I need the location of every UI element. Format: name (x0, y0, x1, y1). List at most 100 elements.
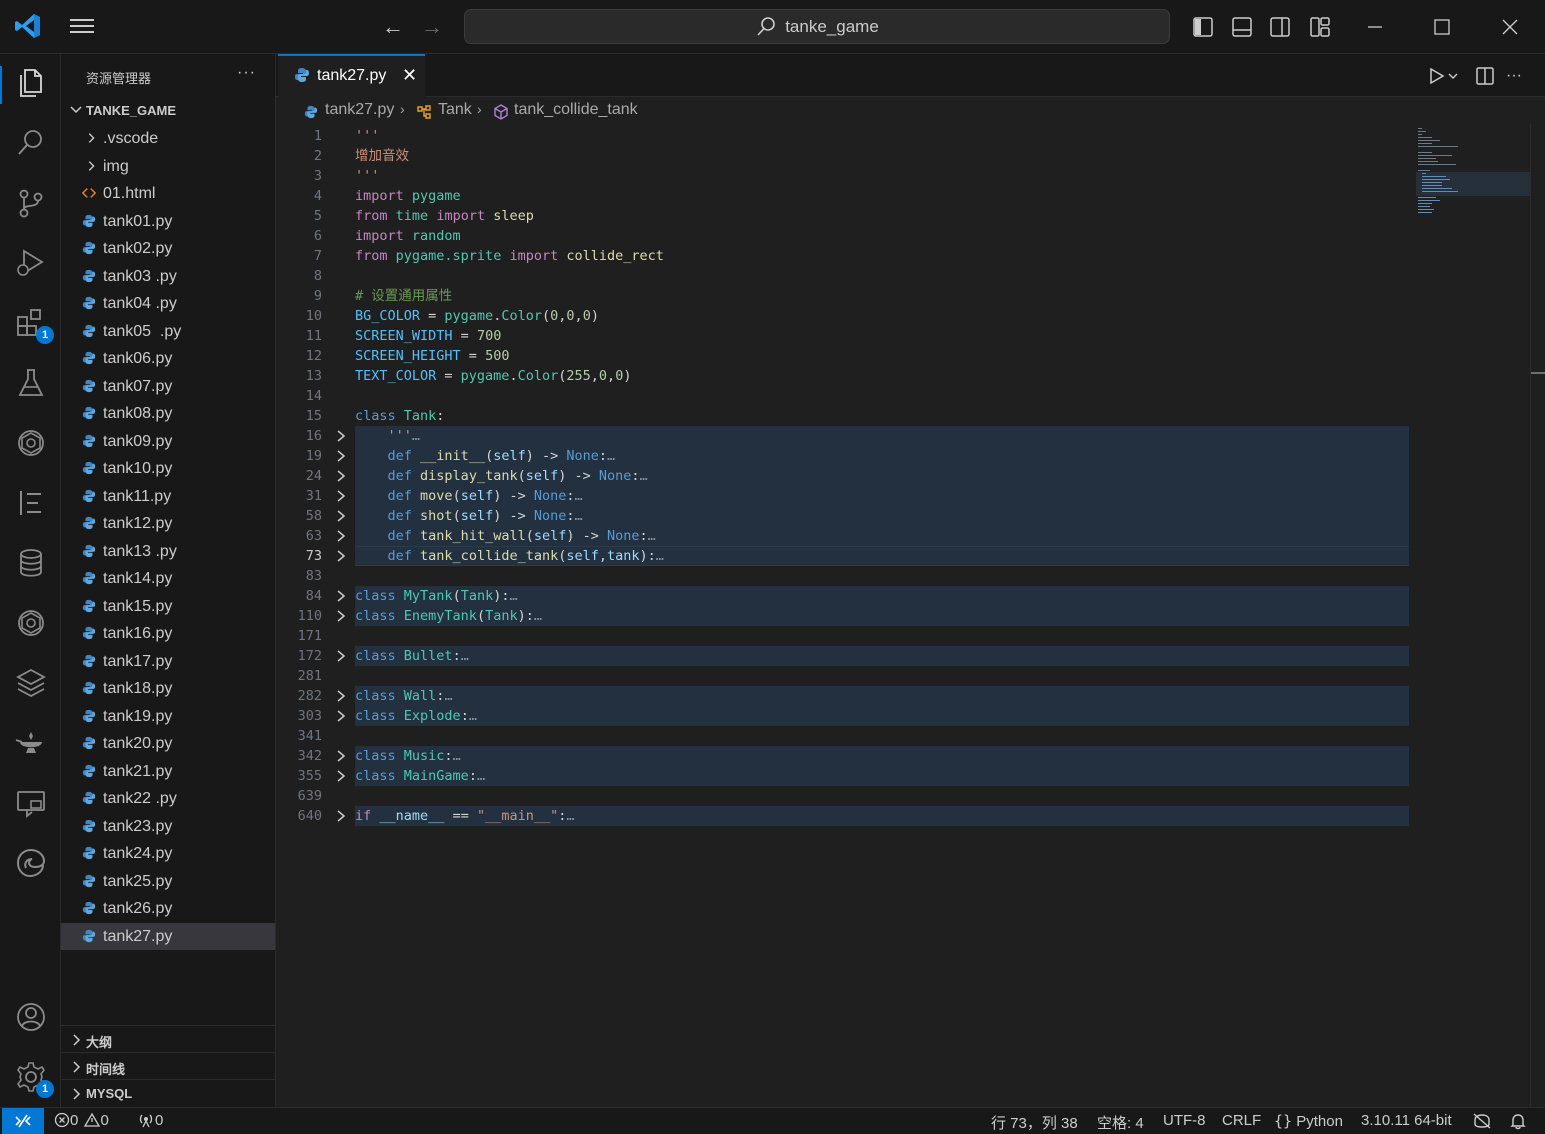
remote-explorer-icon[interactable] (14, 786, 48, 820)
more-actions-icon[interactable]: ··· (1506, 65, 1528, 87)
fold-chevron-right-icon[interactable] (334, 429, 348, 443)
code-line[interactable]: 10 BG_COLOR = pygame.Color(0,0,0) (276, 306, 1531, 326)
code-line[interactable]: 1 ''' (276, 126, 1531, 146)
code-line[interactable]: 31 def move(self) -> None:… (276, 486, 1531, 506)
python-interpreter[interactable]: 3.10.11 64-bit (1361, 1112, 1452, 1129)
code-line[interactable]: 6 import random (276, 226, 1531, 246)
breadcrumb-method[interactable]: tank_collide_tank (514, 101, 638, 119)
code-line[interactable]: 341 (276, 726, 1531, 746)
code-line[interactable]: 281 (276, 666, 1531, 686)
code-line[interactable]: 342 class Music:… (276, 746, 1531, 766)
edge-browser-icon[interactable] (14, 846, 48, 880)
section-mysql[interactable]: MYSQL (61, 1079, 275, 1106)
file-item[interactable]: tank24.py (61, 840, 275, 868)
fold-chevron-right-icon[interactable] (334, 469, 348, 483)
folded-ellipsis[interactable]: … (453, 748, 461, 764)
code-line[interactable]: 19 def __init__(self) -> None:… (276, 446, 1531, 466)
toggle-panel-icon[interactable] (1231, 16, 1253, 38)
file-item[interactable]: tank09.py (61, 428, 275, 456)
code-line[interactable]: 4 import pygame (276, 186, 1531, 206)
breadcrumb-class[interactable]: Tank (438, 101, 472, 119)
code-line[interactable]: 282 class Wall:… (276, 686, 1531, 706)
file-item[interactable]: tank01.py (61, 208, 275, 236)
folded-ellipsis[interactable]: … (575, 488, 583, 504)
close-window-icon[interactable] (1497, 14, 1523, 40)
folder-item[interactable]: .vscode (61, 125, 275, 153)
code-line[interactable]: 11 SCREEN_WIDTH = 700 (276, 326, 1531, 346)
file-item[interactable]: 01.html (61, 180, 275, 208)
code-line[interactable]: 83 (276, 566, 1531, 586)
breadcrumb-file[interactable]: tank27.py (325, 101, 394, 119)
file-item[interactable]: tank20.py (61, 730, 275, 758)
chatgpt-icon[interactable] (14, 606, 48, 640)
code-line[interactable]: 355 class MainGame:… (276, 766, 1531, 786)
minimize-icon[interactable] (1362, 14, 1388, 40)
code-line[interactable]: 171 (276, 626, 1531, 646)
file-item[interactable]: tank17.py (61, 648, 275, 676)
code-line[interactable]: 14 (276, 386, 1531, 406)
settings-gear-icon[interactable]: 1 (14, 1060, 54, 1098)
file-item[interactable]: tank21.py (61, 758, 275, 786)
file-item[interactable]: tank02.py (61, 235, 275, 263)
notifications-bell-icon[interactable] (1509, 1112, 1527, 1130)
code-line[interactable]: 172 class Bullet:… (276, 646, 1531, 666)
account-icon[interactable] (14, 1000, 48, 1034)
folded-ellipsis[interactable]: … (566, 808, 574, 824)
file-item[interactable]: tank03 .py (61, 263, 275, 291)
folded-ellipsis[interactable]: … (461, 648, 469, 664)
command-center-search[interactable]: tanke_game (464, 9, 1170, 44)
encoding[interactable]: UTF-8 (1163, 1112, 1206, 1129)
fold-chevron-right-icon[interactable] (334, 689, 348, 703)
layers-icon[interactable] (14, 666, 48, 700)
chevron-down-icon[interactable] (1446, 65, 1460, 87)
file-item[interactable]: tank27.py (61, 922, 275, 950)
fold-chevron-right-icon[interactable] (334, 709, 348, 723)
vertical-scrollbar[interactable] (1530, 124, 1545, 1107)
more-actions-icon[interactable]: ··· (237, 64, 256, 82)
database-icon[interactable] (14, 546, 48, 580)
code-line[interactable]: 15 class Tank: (276, 406, 1531, 426)
split-editor-icon[interactable] (1474, 65, 1496, 87)
file-item[interactable]: tank10.py (61, 455, 275, 483)
minimap[interactable] (1416, 126, 1531, 216)
code-line[interactable]: 58 def shot(self) -> None:… (276, 506, 1531, 526)
file-item[interactable]: tank08.py (61, 400, 275, 428)
file-item[interactable]: tank13 .py (61, 538, 275, 566)
code-line[interactable]: 3 ''' (276, 166, 1531, 186)
code-line[interactable]: 639 (276, 786, 1531, 806)
code-editor[interactable]: 1 ''' 2 增加音效 3 ''' 4 import pygame 5 from time im… (276, 126, 1531, 1106)
folded-ellipsis[interactable]: … (477, 768, 485, 784)
tab-tank27[interactable]: tank27.py ✕ (278, 54, 425, 97)
testing-flask-icon[interactable] (14, 366, 48, 400)
code-line[interactable]: 7 from pygame.sprite import collide_rect (276, 246, 1531, 266)
fold-chevron-right-icon[interactable] (334, 749, 348, 763)
code-line[interactable]: 84 class MyTank(Tank):… (276, 586, 1531, 606)
folded-ellipsis[interactable]: … (469, 708, 477, 724)
folded-ellipsis[interactable]: … (534, 608, 542, 624)
file-item[interactable]: tank06.py (61, 345, 275, 373)
code-line[interactable]: 13 TEXT_COLOR = pygame.Color(255,0,0) (276, 366, 1531, 386)
explorer-icon[interactable] (14, 66, 48, 100)
file-item[interactable]: tank26.py (61, 895, 275, 923)
fold-chevron-right-icon[interactable] (334, 649, 348, 663)
hamburger-menu-icon[interactable] (68, 16, 96, 38)
maximize-icon[interactable] (1429, 14, 1455, 40)
workspace-folder-header[interactable]: TANKE_GAME (61, 100, 275, 122)
folded-ellipsis[interactable]: … (607, 448, 615, 464)
folded-ellipsis[interactable]: … (412, 428, 420, 444)
file-item[interactable]: tank14.py (61, 565, 275, 593)
close-icon[interactable]: ✕ (402, 65, 417, 86)
folded-ellipsis[interactable]: … (648, 528, 656, 544)
extensions-icon[interactable]: 1 (14, 306, 54, 344)
run-python-file-icon[interactable] (1426, 65, 1448, 87)
outline-list-icon[interactable] (14, 486, 48, 520)
folder-item[interactable]: img (61, 153, 275, 181)
language-mode[interactable]: {} Python (1274, 1112, 1343, 1130)
fold-chevron-right-icon[interactable] (334, 589, 348, 603)
file-item[interactable]: tank22 .py (61, 785, 275, 813)
code-line[interactable]: 63 def tank_hit_wall(self) -> None:… (276, 526, 1531, 546)
folded-ellipsis[interactable]: … (656, 548, 664, 564)
fold-chevron-right-icon[interactable] (334, 489, 348, 503)
folded-ellipsis[interactable]: … (640, 468, 648, 484)
customize-layout-icon[interactable] (1309, 16, 1331, 38)
